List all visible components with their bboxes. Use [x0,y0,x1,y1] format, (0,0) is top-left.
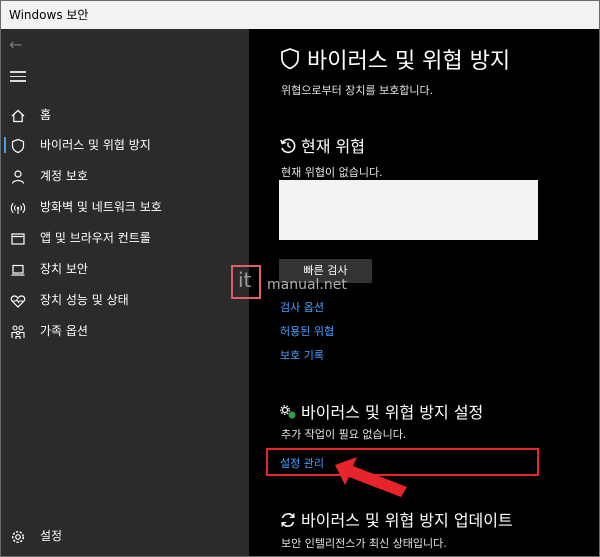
watermark-text: manual.net [267,277,347,293]
sidebar-item-family-options[interactable]: 가족 옵션 [1,317,249,345]
refresh-icon [281,513,295,527]
current-threats-title: 현재 위협 [301,137,365,156]
person-icon [11,170,25,184]
sidebar-item-label: 계정 보호 [40,169,88,183]
protection-updates-status: 보안 인텔리전스가 최신 상태입니다. [281,537,447,550]
sidebar-item-label: 장치 보안 [40,262,88,276]
page-title-text: 바이러스 및 위협 방지 [307,49,511,74]
sidebar-item-settings[interactable]: 설정 [1,522,249,548]
protection-history-link[interactable]: 보호 기록 [280,347,324,363]
family-icon [11,325,25,339]
sidebar-item-home[interactable]: 홈 [1,101,249,129]
protection-settings-status: 추가 작업이 필요 없습니다. [281,428,407,441]
app-window-icon [11,233,25,245]
hamburger-menu-icon[interactable] [10,71,26,83]
back-arrow-icon[interactable]: ← [9,35,22,54]
wifi-icon [10,202,26,214]
sidebar-item-virus-protection[interactable]: 바이러스 및 위협 방지 [1,131,249,159]
window-title: Windows 보안 [9,8,89,22]
sidebar-item-firewall[interactable]: 방화벽 및 네트워크 보호 [1,193,249,221]
sidebar-item-label: 홈 [40,108,52,122]
sidebar-item-device-health[interactable]: 장치 성능 및 상태 [1,286,249,314]
title-bar: Windows 보안 [1,1,599,29]
sidebar-item-label: 가족 옵션 [40,324,88,338]
history-icon [280,138,296,154]
page-subtitle: 위협으로부터 장치를 보호합니다. [281,84,434,97]
sidebar: ← 홈 바이러스 및 위협 방지 계정 보호 방화벽 및 네트워크 보호 앱 및… [1,29,249,556]
watermark-letter: it [238,268,252,292]
sidebar-item-app-browser-control[interactable]: 앱 및 브라우저 컨트롤 [1,224,249,252]
sidebar-item-label: 장치 성능 및 상태 [40,293,129,307]
protection-updates-heading: 바이러스 및 위협 방지 업데이트 [279,507,513,531]
page-title: 바이러스 및 위협 방지 [279,43,510,75]
gear-sync-icon [280,405,296,419]
sidebar-item-label: 방화벽 및 네트워크 보호 [40,200,162,214]
scan-options-link[interactable]: 검사 옵션 [280,299,324,315]
protection-settings-heading: 바이러스 및 위협 방지 설정 [279,399,483,423]
shield-icon [281,48,299,70]
sidebar-item-device-security[interactable]: 장치 보안 [1,255,249,283]
sidebar-item-label: 앱 및 브라우저 컨트롤 [40,231,151,245]
threat-summary-panel [279,180,538,240]
windows-security-window: Windows 보안 ← 홈 바이러스 및 위협 방지 계정 보호 방화벽 및 … [0,0,600,557]
sidebar-item-account-protection[interactable]: 계정 보호 [1,162,249,190]
heart-icon [10,295,26,308]
home-icon [11,109,25,123]
shield-icon [11,138,25,154]
red-arrow-icon [335,457,407,497]
protection-updates-title: 바이러스 및 위협 방지 업데이트 [301,511,513,530]
sidebar-item-label: 바이러스 및 위협 방지 [40,138,151,152]
gear-icon [11,530,25,544]
allowed-threats-link[interactable]: 허용된 위협 [280,323,334,339]
sidebar-item-label: 설정 [40,529,63,543]
current-threats-status: 현재 위협이 없습니다. [281,166,383,179]
current-threats-heading: 현재 위협 [279,133,365,157]
protection-settings-title: 바이러스 및 위협 방지 설정 [301,403,484,422]
watermark-logo: it manual.net [231,265,361,299]
laptop-icon [11,264,25,276]
